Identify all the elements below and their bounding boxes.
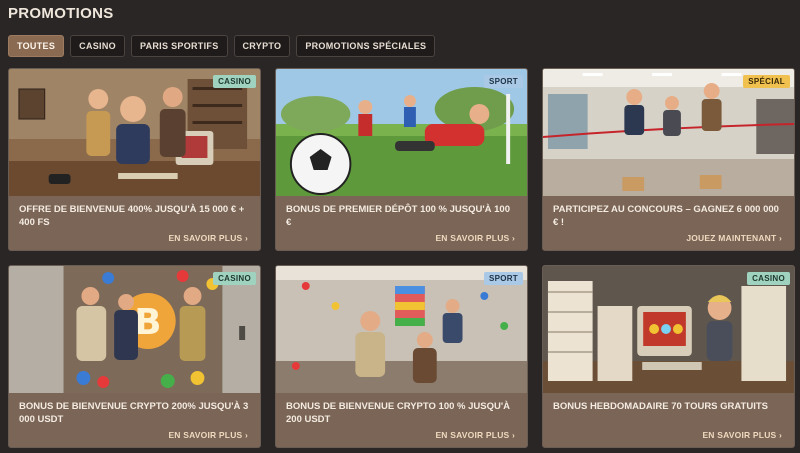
- category-badge: CASINO: [213, 272, 256, 285]
- filter-all-button[interactable]: TOUTES: [8, 35, 65, 57]
- promotions-grid: CASINO OFFRE DE BIENVENUE 400% JUSQU'À 1…: [8, 68, 795, 448]
- football-illustration: SPORT: [276, 69, 527, 196]
- learn-more-link[interactable]: EN SAVOIR PLUS ›: [168, 430, 248, 440]
- promo-card[interactable]: SPORT BONUS DE PREMIER DÉPÔT 100 % JUSQU…: [275, 68, 528, 251]
- paperwork-slots-illustration: CASINO: [543, 266, 794, 393]
- promo-card[interactable]: CASINO BONUS HEBDOMADAIRE 70 TOURS GRATU…: [542, 265, 795, 448]
- category-badge: SPORT: [483, 75, 523, 88]
- learn-more-link[interactable]: EN SAVOIR PLUS ›: [168, 233, 248, 243]
- learn-more-link[interactable]: EN SAVOIR PLUS ›: [435, 430, 515, 440]
- learn-more-link[interactable]: EN SAVOIR PLUS ›: [435, 233, 515, 243]
- filter-casino-button[interactable]: CASINO: [70, 35, 125, 57]
- promo-title: BONUS DE PREMIER DÉPÔT 100 % JUSQU'À 100…: [286, 204, 510, 228]
- learn-more-link[interactable]: EN SAVOIR PLUS ›: [702, 430, 782, 440]
- filter-special-promotions-button[interactable]: PROMOTIONS SPÉCIALES: [296, 35, 436, 57]
- page-title: PROMOTIONS: [8, 5, 114, 22]
- filter-crypto-button[interactable]: CRYPTO: [233, 35, 291, 57]
- promo-title: OFFRE DE BIENVENUE 400% JUSQU'À 15 000 €…: [19, 204, 245, 228]
- bitcoin-elevator-illustration: B CASINO: [9, 266, 260, 393]
- category-badge: CASINO: [213, 75, 256, 88]
- office-race-illustration: SPÉCIAL: [543, 69, 794, 196]
- category-badge: SPÉCIAL: [743, 75, 790, 88]
- promo-card[interactable]: B CASINO BONUS DE BIENVENUE CRYPTO 200% …: [8, 265, 261, 448]
- filter-bar: TOUTES CASINO PARIS SPORTIFS CRYPTO PROM…: [8, 35, 436, 57]
- promo-card[interactable]: SPORT BONUS DE BIENVENUE CRYPTO 100 % JU…: [275, 265, 528, 448]
- promo-card[interactable]: SPÉCIAL PARTICIPEZ AU CONCOURS – GAGNEZ …: [542, 68, 795, 251]
- promo-title: BONUS HEBDOMADAIRE 70 TOURS GRATUITS: [553, 401, 768, 412]
- office-party-illustration: SPORT: [276, 266, 527, 393]
- promo-card[interactable]: CASINO OFFRE DE BIENVENUE 400% JUSQU'À 1…: [8, 68, 261, 251]
- promo-title: PARTICIPEZ AU CONCOURS – GAGNEZ 6 000 00…: [553, 204, 779, 228]
- promo-title: BONUS DE BIENVENUE CRYPTO 100 % JUSQU'À …: [286, 401, 510, 425]
- promo-title: BONUS DE BIENVENUE CRYPTO 200% JUSQU'À 3…: [19, 401, 249, 425]
- category-badge: SPORT: [483, 272, 523, 285]
- casino-office-illustration: CASINO: [9, 69, 260, 196]
- play-now-link[interactable]: JOUEZ MAINTENANT ›: [686, 233, 782, 243]
- category-badge: CASINO: [747, 272, 790, 285]
- filter-sports-betting-button[interactable]: PARIS SPORTIFS: [130, 35, 228, 57]
- svg-text:B: B: [134, 302, 161, 343]
